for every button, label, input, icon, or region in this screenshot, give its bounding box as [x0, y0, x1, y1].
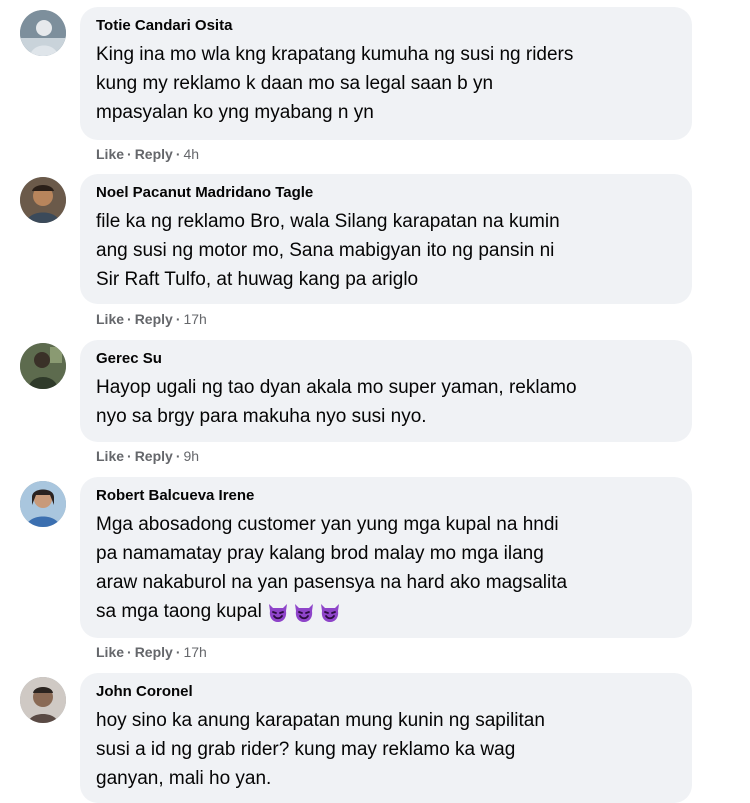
- comment-line: file ka ng reklamo Bro, wala Silang kara…: [96, 211, 560, 232]
- separator-dot: ·: [175, 644, 181, 660]
- like-link[interactable]: Like: [96, 644, 124, 660]
- comment-timestamp[interactable]: 17h: [183, 311, 206, 327]
- comment-bubble: Gerec Su Hayop ugali ng tao dyan akala m…: [80, 340, 692, 442]
- emoji-group: [266, 600, 342, 624]
- comment-actions: Like · Reply · 17h: [96, 643, 207, 661]
- profile-photo-icon: [20, 343, 66, 389]
- like-link[interactable]: Like: [96, 448, 124, 464]
- comment-author[interactable]: Robert Balcueva Irene: [96, 486, 676, 506]
- separator-dot: ·: [175, 448, 181, 464]
- comment-actions: Like · Reply · 9h: [96, 447, 199, 465]
- comment-text: file ka ng reklamo Bro, wala Silang kara…: [96, 207, 676, 294]
- smiling-imp-emoji-icon: [320, 603, 339, 622]
- comment-bubble: Noel Pacanut Madridano Tagle file ka ng …: [80, 174, 692, 304]
- comment-line: mpasyalan ko yng myabang n yn: [96, 102, 374, 123]
- comment-author[interactable]: Gerec Su: [96, 349, 676, 369]
- comment-line: King ina mo wla kng krapatang kumuha ng …: [96, 44, 574, 65]
- reply-link[interactable]: Reply: [135, 311, 173, 327]
- comment-line: Sir Raft Tulfo, at huwag kang pa ariglo: [96, 269, 419, 290]
- comment-actions: Like · Reply · 17h: [96, 310, 207, 328]
- comment-bubble: John Coronel hoy sino ka anung karapatan…: [80, 673, 692, 803]
- reply-link[interactable]: Reply: [135, 146, 173, 162]
- avatar[interactable]: [20, 481, 66, 527]
- comment-timestamp[interactable]: 4h: [183, 146, 199, 162]
- separator-dot: ·: [175, 146, 181, 162]
- comment-author[interactable]: Noel Pacanut Madridano Tagle: [96, 183, 676, 203]
- smiling-imp-emoji-icon: [294, 603, 313, 622]
- avatar[interactable]: [20, 177, 66, 223]
- smiling-imp-emoji-icon: [268, 603, 287, 622]
- separator-dot: ·: [127, 311, 132, 327]
- reply-link[interactable]: Reply: [135, 448, 173, 464]
- comment-line: araw nakaburol na yan pasensya na hard a…: [96, 572, 568, 593]
- comment-line: susi a id ng grab rider? kung may reklam…: [96, 739, 516, 760]
- comment-author[interactable]: John Coronel: [96, 682, 676, 702]
- comment-line: sa mga taong kupal: [96, 601, 262, 622]
- comment-text: Mga abosadong customer yan yung mga kupa…: [96, 510, 676, 626]
- separator-dot: ·: [127, 644, 132, 660]
- profile-photo-icon: [20, 481, 66, 527]
- profile-photo-icon: [20, 177, 66, 223]
- comment-timestamp[interactable]: 9h: [183, 448, 199, 464]
- comment-author[interactable]: Totie Candari Osita: [96, 16, 676, 36]
- avatar[interactable]: [20, 10, 66, 56]
- comment-line: Mga abosadong customer yan yung mga kupa…: [96, 514, 559, 535]
- like-link[interactable]: Like: [96, 146, 124, 162]
- comment-line: kung my reklamo k daan mo sa legal saan …: [96, 73, 494, 94]
- comment-line-with-emoji: sa mga taong kupal: [96, 597, 676, 626]
- comment-line: pa namamatay pray kalang brod malay mo m…: [96, 543, 544, 564]
- separator-dot: ·: [127, 448, 132, 464]
- comment-text: hoy sino ka anung karapatan mung kunin n…: [96, 706, 676, 793]
- avatar[interactable]: [20, 677, 66, 723]
- comment-bubble: Robert Balcueva Irene Mga abosadong cust…: [80, 477, 692, 638]
- comment-timestamp[interactable]: 17h: [183, 644, 206, 660]
- separator-dot: ·: [175, 311, 181, 327]
- comment-actions: Like · Reply · 4h: [96, 145, 199, 163]
- comment-line: hoy sino ka anung karapatan mung kunin n…: [96, 710, 545, 731]
- profile-photo-icon: [20, 10, 66, 56]
- comment-text: Hayop ugali ng tao dyan akala mo super y…: [96, 373, 676, 431]
- comment-bubble: Totie Candari Osita King ina mo wla kng …: [80, 7, 692, 140]
- separator-dot: ·: [127, 146, 132, 162]
- comment-line: Hayop ugali ng tao dyan akala mo super y…: [96, 377, 577, 398]
- avatar[interactable]: [20, 343, 66, 389]
- reply-link[interactable]: Reply: [135, 644, 173, 660]
- comment-line: ganyan, mali ho yan.: [96, 768, 272, 789]
- profile-photo-icon: [20, 677, 66, 723]
- comment-line: ang susi ng motor mo, Sana mabigyan ito …: [96, 240, 555, 261]
- like-link[interactable]: Like: [96, 311, 124, 327]
- comment-text: King ina mo wla kng krapatang kumuha ng …: [96, 40, 676, 127]
- comment-line: nyo sa brgy para makuha nyo susi nyo.: [96, 406, 427, 427]
